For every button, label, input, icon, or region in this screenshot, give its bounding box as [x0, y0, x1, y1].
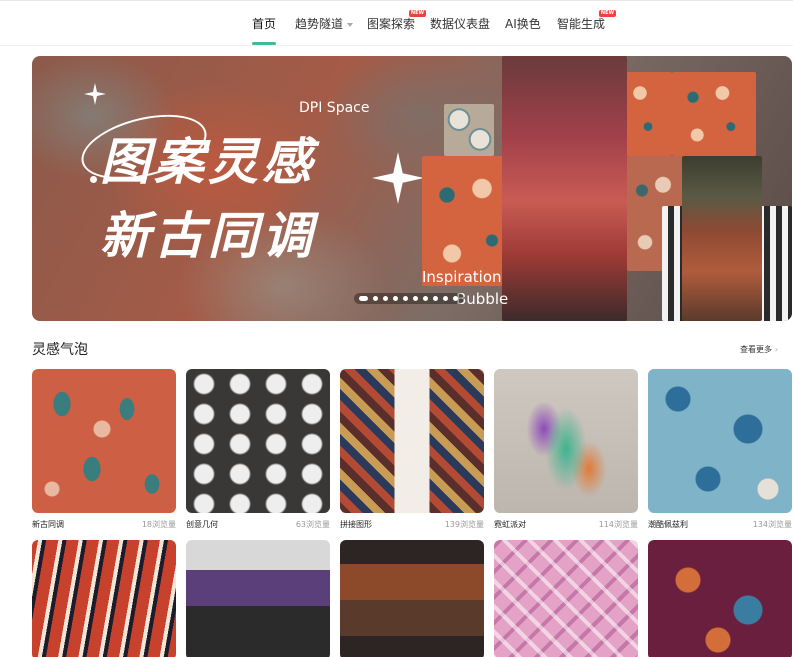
view-more-label: 查看更多	[740, 345, 772, 354]
card-view-count: 63浏览量	[295, 520, 330, 529]
carousel-dot[interactable]	[433, 296, 438, 301]
inspiration-card[interactable]: 霓虹派对 114浏览量	[494, 369, 638, 529]
card-view-count: 134浏览量	[752, 520, 792, 529]
card-name: 创意几何	[186, 520, 218, 529]
nav-item-trend-tunnel[interactable]: 趋势隧道	[295, 15, 354, 32]
card-thumbnail[interactable]	[494, 369, 638, 513]
card-thumbnail[interactable]	[186, 369, 330, 513]
banner-brand: DPI Space	[299, 100, 370, 116]
card-thumbnail[interactable]	[186, 540, 330, 657]
card-thumbnail[interactable]	[494, 540, 638, 657]
nav-item-data-dashboard[interactable]: 数据仪表盘	[430, 15, 490, 32]
carousel-dot[interactable]	[393, 296, 398, 301]
hero-banner[interactable]: DPI Space 图案灵感 新古同调 Inspiration Bubble	[32, 56, 792, 321]
carousel-dot[interactable]	[443, 296, 448, 301]
carousel-dot[interactable]	[413, 296, 418, 301]
carousel-dot[interactable]	[453, 296, 458, 301]
card-name: 霓虹派对	[494, 520, 526, 529]
new-badge: NEW	[408, 10, 427, 17]
inspiration-card[interactable]: 潮酷佩兹利 134浏览量	[648, 369, 792, 529]
nav-item-pattern-explore[interactable]: 图案探索 NEW	[367, 10, 427, 32]
new-badge: NEW	[598, 10, 617, 17]
nav-item-label: AI换色	[505, 17, 541, 31]
banner-title-line1: 图案灵感	[100, 133, 316, 191]
card-thumbnail[interactable]	[32, 540, 176, 657]
sparkle-icon	[84, 83, 106, 105]
card-thumbnail[interactable]	[340, 540, 484, 657]
carousel-dot[interactable]	[373, 296, 378, 301]
carousel-dot[interactable]	[383, 296, 388, 301]
decorative-dot	[90, 176, 97, 183]
chevron-down-icon	[347, 22, 354, 27]
inspiration-card[interactable]: 创意几何 63浏览量	[186, 369, 330, 529]
inspiration-card[interactable]	[340, 540, 484, 657]
banner-title-line2: 新古同调	[100, 207, 316, 265]
card-thumbnail[interactable]	[648, 540, 792, 657]
sparkle-icon	[372, 152, 424, 204]
nav-active-underline	[252, 42, 277, 45]
inspiration-card[interactable]: 新古同调 18浏览量	[32, 369, 176, 529]
inspiration-card[interactable]	[494, 540, 638, 657]
carousel-dot[interactable]	[423, 296, 428, 301]
card-name: 潮酷佩兹利	[648, 520, 688, 529]
nav-item-ai-recolor[interactable]: AI换色	[505, 15, 541, 32]
banner-tagline-line1: Inspiration	[422, 268, 502, 286]
inspiration-card[interactable]	[32, 540, 176, 657]
carousel-dot-active[interactable]	[359, 296, 368, 301]
plates-image	[444, 104, 494, 156]
section-title: 灵感气泡	[32, 342, 88, 358]
inspiration-card[interactable]: 拼接图形 139浏览量	[340, 369, 484, 529]
card-name: 新古同调	[32, 520, 64, 529]
carousel-indicator	[354, 293, 464, 304]
runway-model-image	[502, 56, 627, 321]
card-thumbnail[interactable]	[648, 369, 792, 513]
inspiration-card[interactable]	[648, 540, 792, 657]
card-name: 拼接图形	[340, 520, 372, 529]
nav-item-label: 智能生成	[557, 17, 606, 31]
chevron-right-icon: ›	[775, 345, 779, 354]
paisley-swatch-image	[672, 72, 756, 156]
nav-item-label: 首页	[252, 17, 277, 31]
view-more-link[interactable]: 查看更多 ›	[740, 344, 778, 355]
card-thumbnail[interactable]	[32, 369, 176, 513]
top-nav: 首页 趋势隧道 图案探索 NEW 数据仪表盘 AI换色 智能生成 NEW	[0, 0, 793, 46]
card-view-count: 114浏览量	[598, 520, 638, 529]
card-view-count: 139浏览量	[444, 520, 484, 529]
nav-item-label: 数据仪表盘	[430, 17, 491, 31]
carousel-dot[interactable]	[403, 296, 408, 301]
card-thumbnail[interactable]	[340, 369, 484, 513]
inspiration-card[interactable]	[186, 540, 330, 657]
card-view-count: 18浏览量	[141, 520, 176, 529]
nav-item-smart-generate[interactable]: 智能生成 NEW	[557, 10, 617, 32]
nav-item-label: 趋势隧道	[295, 17, 344, 31]
nav-item-home[interactable]: 首页	[252, 15, 277, 45]
runway-model-image	[682, 156, 762, 321]
nav-item-label: 图案探索	[367, 17, 416, 31]
